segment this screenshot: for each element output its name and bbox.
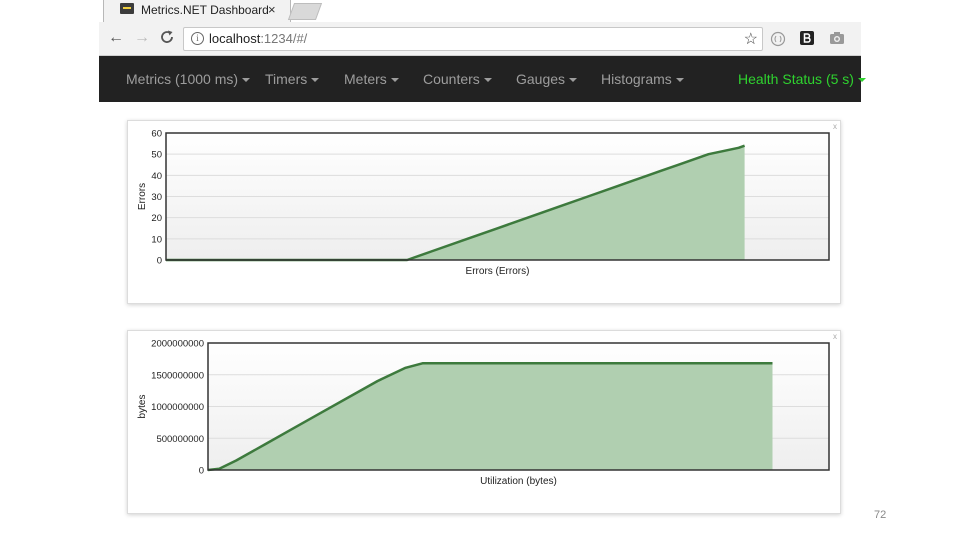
nav-meters-dropdown[interactable]: Meters (344, 71, 399, 87)
nav-health-label: Health Status (5 s) (738, 71, 854, 87)
slide-number: 72 (874, 509, 887, 521)
x-axis-label: Errors (Errors) (466, 266, 530, 277)
caret-down-icon (390, 78, 399, 83)
camera-icon[interactable] (829, 31, 844, 45)
panel-close-icon[interactable]: x (833, 332, 837, 341)
nav-metrics-label: Metrics (1000 ms) (126, 71, 239, 87)
browser-tab[interactable]: Metrics.NET Dashboard × (103, 0, 291, 22)
caret-down-icon (311, 78, 320, 83)
forward-arrow-icon[interactable]: → (134, 30, 150, 46)
nav-histograms-label: Histograms (601, 71, 672, 87)
y-tick-label: 500000000 (156, 434, 204, 445)
caret-down-icon (675, 78, 684, 83)
caret-down-icon (857, 78, 866, 83)
tab-title: Metrics.NET Dashboard (141, 3, 269, 17)
y-axis-label: Errors (137, 183, 148, 210)
nav-timers-dropdown[interactable]: Timers (265, 71, 320, 87)
y-tick-label: 1000000000 (151, 402, 204, 413)
reload-icon[interactable] (159, 29, 175, 50)
nav-meters-label: Meters (344, 71, 387, 87)
errors-chart: 0 10 20 30 40 50 60 Errors (Errors) Errors (137, 129, 830, 277)
nav-counters-dropdown[interactable]: Counters (423, 71, 492, 87)
y-tick-label: 2000000000 (151, 339, 204, 350)
tab-close-icon[interactable]: × (268, 2, 276, 17)
app-navbar: Metrics (1000 ms) Timers Meters Counters… (99, 56, 866, 102)
y-tick-label: 30 (151, 192, 162, 203)
nav-counters-label: Counters (423, 71, 480, 87)
back-arrow-icon[interactable]: ← (108, 30, 124, 46)
y-tick-label: 1500000000 (151, 370, 204, 381)
y-tick-label: 60 (151, 129, 162, 140)
extension-b-icon[interactable] (800, 31, 814, 45)
y-tick-label: 10 (151, 234, 162, 245)
y-axis-label: bytes (137, 395, 148, 419)
y-tick-label: 0 (157, 256, 162, 267)
nav-gauges-label: Gauges (516, 71, 566, 87)
url-path: :1234/#/ (260, 31, 308, 46)
nav-health-status-dropdown[interactable]: Health Status (5 s) (738, 71, 866, 87)
url-host: localhost (209, 31, 261, 46)
caret-down-icon (483, 78, 492, 83)
bookmark-star-icon[interactable]: ☆ (744, 29, 758, 49)
caret-down-icon (242, 78, 251, 83)
errors-chart-panel: x 0 10 20 30 40 50 60 Errors (Errors) Errors (127, 120, 841, 304)
panel-close-icon[interactable]: x (833, 122, 837, 131)
nav-metrics-dropdown[interactable]: Metrics (1000 ms) (126, 71, 251, 87)
utilization-chart-panel: x 0 500000000 1000000000 1500000000 20000000… (127, 330, 841, 514)
y-tick-label: 40 (151, 171, 162, 182)
extension-circle-icon[interactable] (770, 31, 786, 47)
y-tick-label: 0 (199, 466, 204, 477)
dashboard-favicon-icon (120, 3, 134, 14)
nav-gauges-dropdown[interactable]: Gauges (516, 71, 578, 87)
site-info-icon[interactable]: i (191, 32, 204, 45)
nav-histograms-dropdown[interactable]: Histograms (601, 71, 684, 87)
y-tick-label: 50 (151, 150, 162, 161)
url-text: localhost:1234/#/ (209, 31, 307, 46)
nav-timers-label: Timers (265, 71, 308, 87)
utilization-chart: 0 500000000 1000000000 1500000000 2000000000… (137, 339, 830, 487)
y-tick-label: 20 (151, 213, 162, 224)
caret-down-icon (569, 78, 578, 83)
address-bar[interactable]: i localhost:1234/#/ ☆ (183, 27, 763, 51)
x-axis-label: Utilization (bytes) (480, 476, 557, 487)
